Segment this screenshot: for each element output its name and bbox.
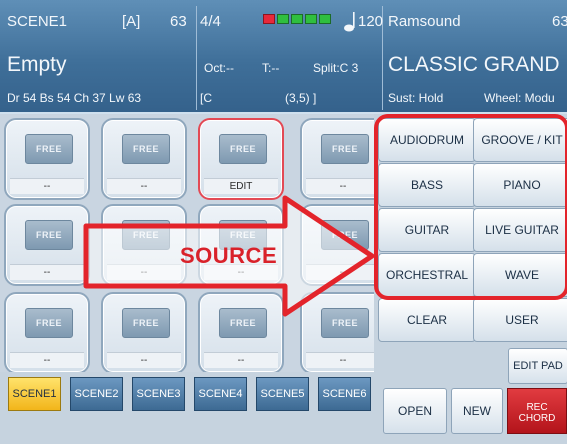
pad-thumbnail: FREE	[321, 134, 369, 164]
pad-button[interactable]: FREE --	[101, 118, 187, 200]
style-name[interactable]: Empty	[7, 54, 67, 75]
pad-button[interactable]: FREE --	[101, 204, 187, 286]
pad-thumbnail: FREE	[122, 134, 170, 164]
pad-thumbnail: FREE	[219, 134, 267, 164]
pad-thumbnail: FREE	[122, 220, 170, 250]
pad-label: --	[10, 178, 84, 194]
split-value: Split:C 3	[313, 61, 359, 75]
pad-label: --	[306, 264, 380, 280]
pad-label: --	[10, 264, 84, 280]
scene-tab-6[interactable]: SCENE6	[318, 377, 371, 411]
open-button[interactable]: OPEN	[383, 388, 447, 434]
pad-button[interactable]: FREE --	[4, 204, 90, 286]
source-arrow-label: SOURCE	[180, 243, 278, 268]
pad-label: EDIT	[204, 178, 278, 194]
sound-name[interactable]: CLASSIC GRAND	[388, 54, 560, 75]
pad-button[interactable]: FREE --	[4, 292, 90, 374]
meter-segment	[305, 14, 317, 24]
meter-segment	[319, 14, 331, 24]
pad-label: --	[204, 352, 278, 368]
transpose-value: T:--	[262, 61, 280, 75]
scene-tab-4[interactable]: SCENE4	[194, 377, 247, 411]
scene-group: [A]	[122, 13, 141, 30]
edit-pad-button[interactable]: EDIT PAD	[508, 348, 567, 384]
pad-thumbnail: FREE	[25, 220, 73, 250]
pad-thumbnail: FREE	[25, 134, 73, 164]
time-signature: 4/4	[200, 13, 221, 30]
source-highlight-box	[374, 114, 567, 300]
pad-thumbnail: FREE	[219, 308, 267, 338]
meter-segment	[263, 14, 275, 24]
source-user-button[interactable]: USER	[473, 298, 567, 342]
wheel-setting: Wheel: Modu	[484, 91, 555, 105]
meter-segment	[277, 14, 289, 24]
level-meter	[263, 14, 331, 24]
scene-tab-3[interactable]: SCENE3	[132, 377, 185, 411]
status-header: SCENE1 [A] 63 Empty Dr 54 Bs 54 Ch 37 Lw…	[0, 0, 567, 114]
pad-button[interactable]: FREE --	[101, 292, 187, 374]
octave-value: Oct:--	[204, 61, 234, 75]
pad-thumbnail: FREE	[122, 308, 170, 338]
pad-thumbnail: FREE	[321, 220, 369, 250]
pad-button[interactable]: FREE --	[4, 118, 90, 200]
sustain-setting: Sust: Hold	[388, 91, 444, 105]
sound-number: 63	[552, 13, 567, 30]
pad-label: --	[10, 352, 84, 368]
chord-position: (3,5) ]	[285, 91, 317, 105]
pad-button[interactable]: FREE --	[198, 292, 284, 374]
pad-thumbnail: FREE	[321, 308, 369, 338]
pad-label: --	[107, 264, 181, 280]
header-divider	[196, 6, 197, 110]
chord-label: CHORD	[518, 413, 556, 424]
tempo-note-icon	[344, 12, 355, 32]
style-info: Dr 54 Bs 54 Ch 37 Lw 63	[7, 91, 142, 105]
pad-label: --	[306, 178, 380, 194]
chord-value: [C	[200, 91, 212, 105]
pad-label: --	[107, 178, 181, 194]
pad-edit-screen: SCENE1 [A] 63 Empty Dr 54 Bs 54 Ch 37 Lw…	[0, 0, 567, 444]
source-clear-button[interactable]: CLEAR	[378, 298, 476, 342]
sound-bank: Ramsound	[388, 13, 461, 30]
rec-label: REC	[526, 402, 548, 413]
scene-tab-2[interactable]: SCENE2	[70, 377, 123, 411]
pad-thumbnail: FREE	[25, 308, 73, 338]
pad-label: --	[107, 352, 181, 368]
meter-segment	[291, 14, 303, 24]
scene-number: 63	[170, 13, 187, 30]
pad-button[interactable]: FREE EDIT	[198, 118, 284, 200]
scene-tab-5[interactable]: SCENE5	[256, 377, 309, 411]
tempo-value: 120	[358, 13, 384, 30]
new-button[interactable]: NEW	[451, 388, 503, 434]
scene-tab-1[interactable]: SCENE1	[8, 377, 61, 411]
pad-label: --	[306, 352, 380, 368]
scene-name: SCENE1	[7, 13, 68, 30]
rec-chord-button[interactable]: REC CHORD	[507, 388, 567, 434]
